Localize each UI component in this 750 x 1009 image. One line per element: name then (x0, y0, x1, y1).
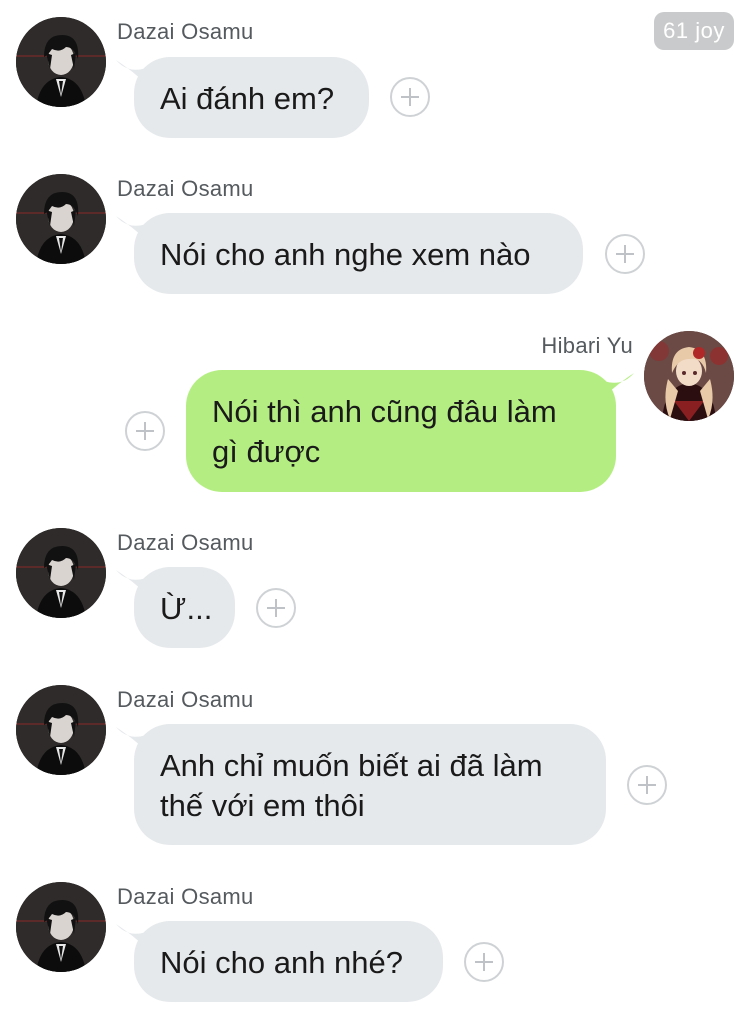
message-bubble[interactable]: Nói cho anh nghe xem nào (134, 213, 583, 294)
dazai-avatar-image (16, 528, 106, 618)
sender-avatar[interactable] (16, 882, 106, 972)
add-reaction-button[interactable] (605, 234, 645, 274)
dazai-avatar-image (16, 882, 106, 972)
sender-name: Dazai Osamu (117, 176, 254, 201)
message-bubble[interactable]: Anh chỉ muốn biết ai đã làm thế với em t… (134, 724, 606, 845)
sender-name: Dazai Osamu (117, 530, 254, 555)
sender-name: Dazai Osamu (117, 884, 254, 909)
message-bubble[interactable]: Ai đánh em? (134, 57, 369, 138)
message-text: Nói cho anh nhé? (160, 945, 404, 980)
message-text: Ai đánh em? (160, 81, 335, 116)
hibari-avatar-image (644, 331, 734, 421)
sender-name: Hibari Yu (541, 333, 633, 358)
sender-name: Dazai Osamu (117, 19, 254, 44)
message-text: Ừ... (160, 591, 213, 626)
message-text: Anh chỉ muốn biết ai đã làm thế với em t… (160, 748, 543, 823)
sender-name: Dazai Osamu (117, 687, 254, 712)
add-reaction-button[interactable] (256, 588, 296, 628)
add-reaction-button[interactable] (464, 942, 504, 982)
sender-avatar[interactable] (16, 528, 106, 618)
add-reaction-button[interactable] (627, 765, 667, 805)
message-text: Nói thì anh cũng đâu làm gì được (212, 394, 557, 469)
reaction-count-badge: 61 joy (654, 12, 734, 50)
dazai-avatar-image (16, 174, 106, 264)
add-reaction-button[interactable] (125, 411, 165, 451)
sender-avatar[interactable] (16, 685, 106, 775)
sender-avatar[interactable] (16, 174, 106, 264)
add-reaction-button[interactable] (390, 77, 430, 117)
own-avatar[interactable] (644, 331, 734, 421)
sender-avatar[interactable] (16, 17, 106, 107)
dazai-avatar-image (16, 685, 106, 775)
message-bubble[interactable]: Nói cho anh nhé? (134, 921, 443, 1002)
dazai-avatar-image (16, 17, 106, 107)
message-bubble[interactable]: Ừ... (134, 567, 235, 648)
message-text: Nói cho anh nghe xem nào (160, 237, 531, 272)
message-bubble[interactable]: Nói thì anh cũng đâu làm gì được (186, 370, 616, 492)
